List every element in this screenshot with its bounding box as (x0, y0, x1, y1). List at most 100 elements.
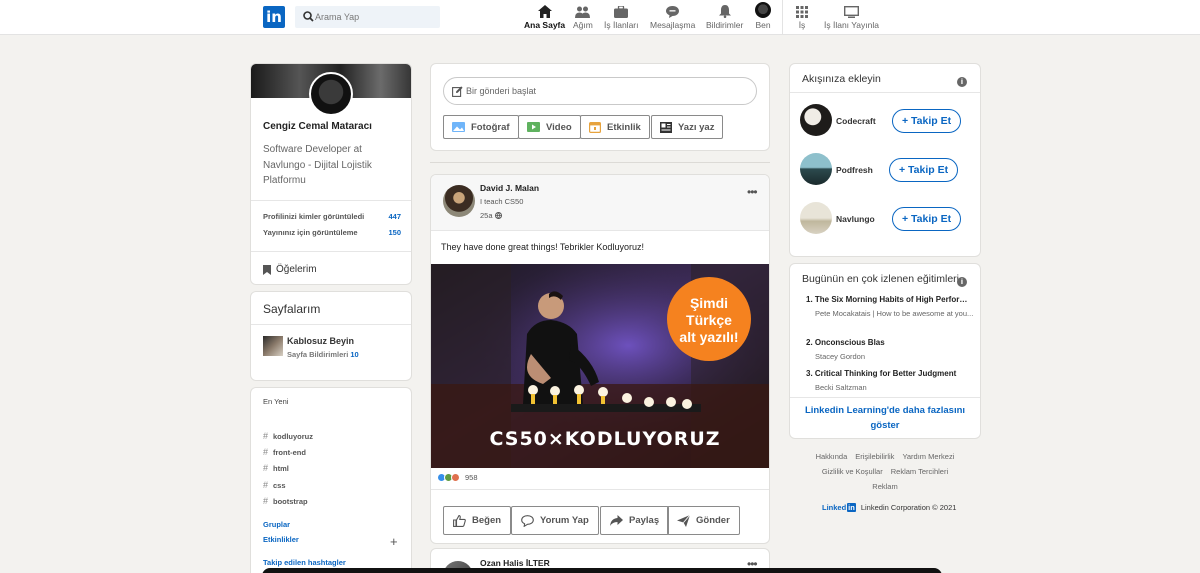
page-notifications[interactable]: Sayfa Bildirimleri 10 (287, 350, 359, 359)
profile-card: Cengiz Cemal Mataracı Software Developer… (250, 63, 412, 285)
like-button[interactable]: Beğen (443, 506, 512, 535)
nav-post-job[interactable]: İş İlanı Yayınla (824, 3, 879, 33)
post-author[interactable]: Ozan Halis İLTER (480, 558, 550, 568)
post-author[interactable]: David J. Malan (480, 183, 539, 193)
start-post-placeholder: Bir gönderi başlat (466, 86, 537, 96)
hashtag-item[interactable]: # css (263, 480, 286, 490)
podfresh-avatar[interactable] (800, 153, 832, 185)
page-notifications-count: 10 (350, 350, 359, 359)
search-box[interactable] (295, 6, 440, 28)
start-post-input[interactable]: Bir gönderi başlat (443, 77, 757, 105)
follow-suggestions-card: Akışınıza ekleyin i Codecraft + Takip Et… (789, 63, 981, 257)
page-notifications-label: Sayfa Bildirimleri (287, 350, 349, 359)
video-button[interactable]: Video (518, 115, 581, 139)
nav-work[interactable]: İş (796, 3, 808, 33)
photo-button[interactable]: Fotoğraf (443, 115, 519, 139)
learning-item[interactable]: 2. Onconscious Blas Stacey Gordon (806, 338, 974, 363)
nav-messaging[interactable]: Mesajlaşma (650, 3, 695, 33)
search-icon (303, 11, 314, 22)
copyright-text: Linkedin Corporation © 2021 (860, 503, 957, 512)
info-icon[interactable]: i (957, 277, 967, 287)
comment-button[interactable]: Yorum Yap (511, 506, 599, 535)
footer-link[interactable]: Hakkında (816, 452, 848, 461)
event-button[interactable]: Etkinlik (580, 115, 650, 139)
comment-icon (521, 514, 534, 527)
recent-card: En Yeni # kodluyoruz # front-end # html # cs… (250, 387, 412, 573)
reaction-summary[interactable]: 958 (437, 473, 478, 482)
footer-link[interactable]: Reklam Tercihleri (891, 467, 948, 476)
footer-link[interactable]: Gizlilik ve Koşullar (822, 467, 883, 476)
nav-notifications[interactable]: Bildirimler (706, 3, 743, 33)
stage-photo: Şimdi Türkçe alt yazılı! CS50×KODLUYORUZ (431, 264, 769, 468)
events-link[interactable]: Etkinlikler (263, 535, 299, 544)
learning-author: Pete Mocakatais | How to be awesome at y… (815, 309, 974, 318)
suggestion-name[interactable]: Podfresh (836, 165, 873, 175)
add-event-icon[interactable]: + (390, 534, 398, 549)
footer-link[interactable]: Reklam (872, 482, 897, 491)
codecraft-avatar[interactable] (800, 104, 832, 136)
followed-hashtags-link[interactable]: Takip edilen hashtagler (263, 558, 346, 567)
send-button[interactable]: Gönder (667, 506, 740, 535)
profile-stat-views[interactable]: Profilinizi kimler görüntüledi 447 (263, 212, 401, 221)
send-label: Gönder (696, 515, 730, 526)
learning-title: 1. The Six Morning Habits of High Perfor… (806, 295, 974, 304)
search-input[interactable] (315, 9, 433, 25)
suggestion-name[interactable]: Navlungo (836, 214, 875, 224)
nav-network-label: Ağım (573, 20, 593, 30)
hashtag-item[interactable]: # bootstrap (263, 496, 308, 506)
nav-me[interactable]: Ben (755, 2, 771, 33)
nav-notifications-label: Bildirimler (706, 20, 744, 30)
nav-jobs-label: İş İlanları (604, 20, 639, 30)
share-label: Paylaş (629, 515, 660, 526)
hashtag-label: bootstrap (273, 497, 308, 506)
page-name[interactable]: Kablosuz Beyin (287, 336, 354, 346)
hashtag-item[interactable]: # kodluyoruz (263, 431, 313, 441)
write-article-button[interactable]: Yazı yaz (651, 115, 724, 139)
learning-more-link[interactable]: Linkedin Learning'de daha fazlasını göst… (790, 403, 980, 433)
footer-link[interactable]: Erişilebilirlik (855, 452, 894, 461)
top-nav: in Ana Sayfa Ağım İş İlanları Mesajlaşma… (0, 0, 1200, 35)
learning-item[interactable]: 1. The Six Morning Habits of High Perfor… (806, 295, 974, 320)
copyright: Linked in Linkedin Corporation © 2021 (822, 503, 956, 512)
share-button[interactable]: Paylaş (600, 506, 670, 535)
hashtag-item[interactable]: # html (263, 463, 289, 473)
groups-link[interactable]: Gruplar (263, 520, 290, 529)
suggestion-name[interactable]: Codecraft (836, 116, 876, 126)
nav-divider (782, 0, 783, 35)
linkedin-logo[interactable]: in (263, 6, 285, 28)
profile-name[interactable]: Cengiz Cemal Mataracı (263, 121, 372, 132)
pages-heading: Sayfalarım (263, 302, 321, 316)
profile-avatar[interactable] (309, 72, 353, 116)
post-time: 25a (480, 211, 502, 220)
saved-items-link[interactable]: Öğelerim (263, 264, 317, 275)
nav-work-label: İş (798, 20, 806, 30)
author-avatar[interactable] (443, 185, 475, 217)
follow-heading: Akışınıza ekleyin (802, 73, 881, 85)
page-thumbnail[interactable] (263, 336, 283, 356)
post-text: They have done great things! Tebrikler K… (441, 242, 644, 252)
navlungo-avatar[interactable] (800, 202, 832, 234)
learning-item[interactable]: 3. Critical Thinking for Better Judgment… (806, 369, 974, 394)
photo-label: Fotoğraf (471, 121, 510, 133)
post-menu-icon[interactable]: ••• (747, 185, 758, 199)
info-icon[interactable]: i (957, 77, 967, 87)
follow-button[interactable]: + Takip Et (892, 207, 962, 231)
calendar-icon (589, 122, 601, 133)
nav-home[interactable]: Ana Sayfa (524, 3, 565, 33)
nav-jobs[interactable]: İş İlanları (604, 3, 639, 33)
post-image[interactable]: Şimdi Türkçe alt yazılı! CS50×KODLUYORUZ (431, 264, 769, 468)
follow-button[interactable]: + Takip Et (889, 158, 959, 182)
post-time-label: 25a (480, 211, 493, 220)
messaging-bar[interactable] (262, 568, 942, 573)
follow-button[interactable]: + Takip Et (892, 109, 962, 133)
reaction-count: 958 (465, 473, 478, 482)
profile-stat-impressions[interactable]: Yayınınız için görüntüleme 150 (263, 228, 401, 237)
stat-label: Yayınınız için görüntüleme (263, 228, 358, 237)
learning-heading: Bugünün en çok izlenen eğitimleri (802, 273, 960, 285)
footer-link[interactable]: Yardım Merkezi (902, 452, 954, 461)
hashtag-item[interactable]: # front-end (263, 447, 306, 457)
nav-network[interactable]: Ağım (573, 3, 593, 33)
hashtag-icon: # (263, 496, 269, 506)
hashtag-label: html (273, 464, 289, 473)
share-icon (610, 515, 623, 526)
